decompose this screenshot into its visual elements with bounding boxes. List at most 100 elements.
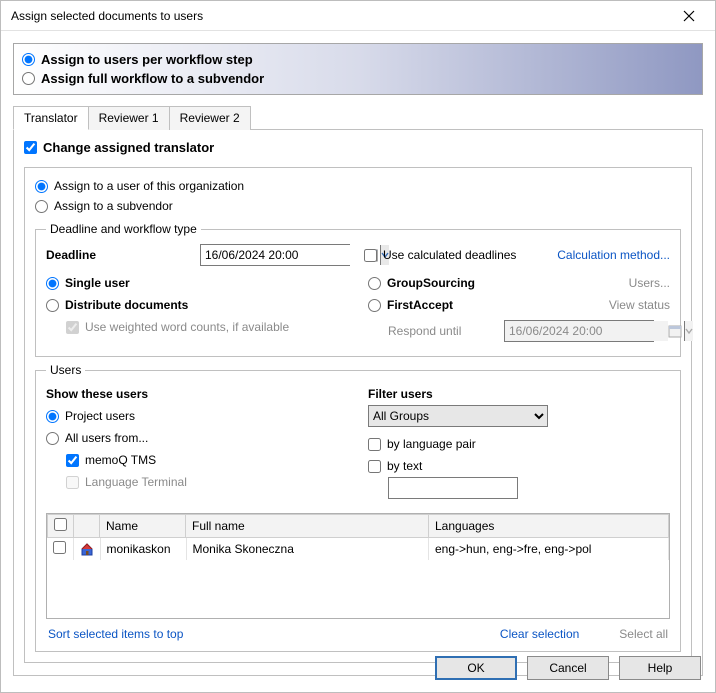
close-icon — [683, 10, 695, 22]
calc-deadlines-row[interactable]: Use calculated deadlines — [364, 245, 516, 265]
change-assigned-row[interactable]: Change assigned translator — [24, 140, 692, 155]
assign-org-label: Assign to a user of this organization — [54, 179, 244, 193]
calc-method-link[interactable]: Calculation method... — [557, 248, 670, 262]
col-check[interactable] — [48, 515, 74, 538]
change-assigned-checkbox[interactable] — [24, 141, 37, 154]
single-user-radio[interactable] — [46, 277, 59, 290]
by-text-row[interactable]: by text — [368, 455, 670, 477]
clear-selection-link[interactable]: Clear selection — [500, 627, 579, 641]
users-table: Name Full name Languages — [46, 513, 670, 619]
all-users-label: All users from... — [65, 431, 148, 445]
chevron-down-icon — [685, 328, 693, 334]
calc-deadlines-checkbox[interactable] — [364, 249, 377, 262]
project-users-row[interactable]: Project users — [46, 405, 348, 427]
calendar-icon — [668, 323, 682, 339]
groupsourcing-row[interactable]: GroupSourcing — [368, 276, 475, 290]
distribute-radio[interactable] — [46, 299, 59, 312]
distribute-row[interactable]: Distribute documents — [46, 294, 348, 316]
mode-per-step-radio[interactable] — [22, 53, 35, 66]
users-legend: Users — [46, 363, 85, 377]
close-button[interactable] — [671, 2, 707, 30]
by-lang-row[interactable]: by language pair — [368, 433, 670, 455]
sort-selected-link[interactable]: Sort selected items to top — [48, 627, 183, 641]
weighted-label: Use weighted word counts, if available — [85, 320, 289, 334]
langterm-checkbox — [66, 476, 79, 489]
deadline-label: Deadline — [46, 248, 186, 262]
select-all-checkbox[interactable] — [54, 518, 67, 531]
deadline-group: Deadline and workflow type Deadline — [35, 222, 681, 357]
respond-until-input — [505, 321, 668, 341]
by-text-label: by text — [387, 459, 422, 473]
mode-subvendor-radio[interactable] — [22, 72, 35, 85]
ok-button[interactable]: OK — [435, 656, 517, 680]
cell-name: monikaskon — [100, 538, 186, 560]
single-user-row[interactable]: Single user — [46, 272, 348, 294]
respond-until-label: Respond until — [388, 324, 498, 338]
assign-org-row[interactable]: Assign to a user of this organization — [35, 176, 681, 196]
project-users-radio[interactable] — [46, 410, 59, 423]
window-title: Assign selected documents to users — [11, 9, 203, 23]
table-row[interactable]: monikaskon Monika Skoneczna eng->hun, en… — [47, 538, 669, 560]
mode-subvendor-row[interactable]: Assign full workflow to a subvendor — [22, 69, 694, 88]
memoq-row[interactable]: memoQ TMS — [66, 449, 348, 471]
col-icon — [74, 515, 100, 538]
deadline-datetime[interactable] — [200, 244, 350, 266]
row-checkbox[interactable] — [53, 541, 66, 554]
calc-deadlines-label: Use calculated deadlines — [383, 248, 516, 262]
assign-org-radio[interactable] — [35, 180, 48, 193]
change-assigned-label: Change assigned translator — [43, 140, 214, 155]
firstaccept-label: FirstAccept — [387, 298, 453, 312]
all-users-radio[interactable] — [46, 432, 59, 445]
users-group: Users Show these users Project users All… — [35, 363, 681, 652]
groupsourcing-radio[interactable] — [368, 277, 381, 290]
langterm-row: Language Terminal — [66, 471, 348, 493]
by-text-checkbox[interactable] — [368, 460, 381, 473]
by-lang-checkbox[interactable] — [368, 438, 381, 451]
langterm-label: Language Terminal — [85, 475, 187, 489]
role-tabs: Translator Reviewer 1 Reviewer 2 — [13, 105, 703, 129]
weighted-checkbox — [66, 321, 79, 334]
all-users-row[interactable]: All users from... — [46, 427, 348, 449]
single-user-label: Single user — [65, 276, 130, 290]
tab-reviewer1[interactable]: Reviewer 1 — [88, 106, 170, 130]
col-fullname[interactable]: Full name — [186, 515, 429, 538]
assign-sub-row[interactable]: Assign to a subvendor — [35, 196, 681, 216]
by-lang-label: by language pair — [387, 437, 476, 451]
select-all-link: Select all — [619, 627, 668, 641]
mode-per-step-label: Assign to users per workflow step — [41, 52, 253, 67]
col-languages[interactable]: Languages — [429, 515, 669, 538]
project-users-label: Project users — [65, 409, 135, 423]
users-link: Users... — [629, 276, 670, 290]
filter-users-head: Filter users — [368, 387, 670, 401]
deadline-legend: Deadline and workflow type — [46, 222, 201, 236]
mode-subvendor-label: Assign full workflow to a subvendor — [41, 71, 264, 86]
assignment-sub-panel: Assign to a user of this organization As… — [24, 167, 692, 663]
view-status-link: View status — [609, 298, 670, 312]
firstaccept-row[interactable]: FirstAccept — [368, 298, 453, 312]
mode-per-step-row[interactable]: Assign to users per workflow step — [22, 50, 694, 69]
help-button[interactable]: Help — [619, 656, 701, 680]
memoq-checkbox[interactable] — [66, 454, 79, 467]
assign-sub-radio[interactable] — [35, 200, 48, 213]
respond-dropdown — [684, 321, 693, 341]
weighted-row: Use weighted word counts, if available — [66, 316, 348, 338]
cancel-button[interactable]: Cancel — [527, 656, 609, 680]
show-users-head: Show these users — [46, 387, 348, 401]
by-text-input[interactable] — [388, 477, 518, 499]
translator-panel: Change assigned translator Assign to a u… — [13, 129, 703, 676]
respond-until-datetime — [504, 320, 654, 342]
dialog-buttons: OK Cancel Help — [435, 656, 701, 680]
tab-translator[interactable]: Translator — [13, 106, 89, 130]
firstaccept-radio[interactable] — [368, 299, 381, 312]
tab-reviewer2[interactable]: Reviewer 2 — [169, 106, 251, 130]
home-icon — [80, 542, 94, 556]
distribute-label: Distribute documents — [65, 298, 188, 312]
title-bar: Assign selected documents to users — [1, 1, 715, 31]
deadline-input[interactable] — [201, 245, 364, 265]
memoq-label: memoQ TMS — [85, 453, 156, 467]
col-name[interactable]: Name — [100, 515, 186, 538]
assign-sub-label: Assign to a subvendor — [54, 199, 173, 213]
groupsourcing-label: GroupSourcing — [387, 276, 475, 290]
filter-group-select[interactable]: All Groups — [368, 405, 548, 427]
assignment-mode-panel: Assign to users per workflow step Assign… — [13, 43, 703, 95]
